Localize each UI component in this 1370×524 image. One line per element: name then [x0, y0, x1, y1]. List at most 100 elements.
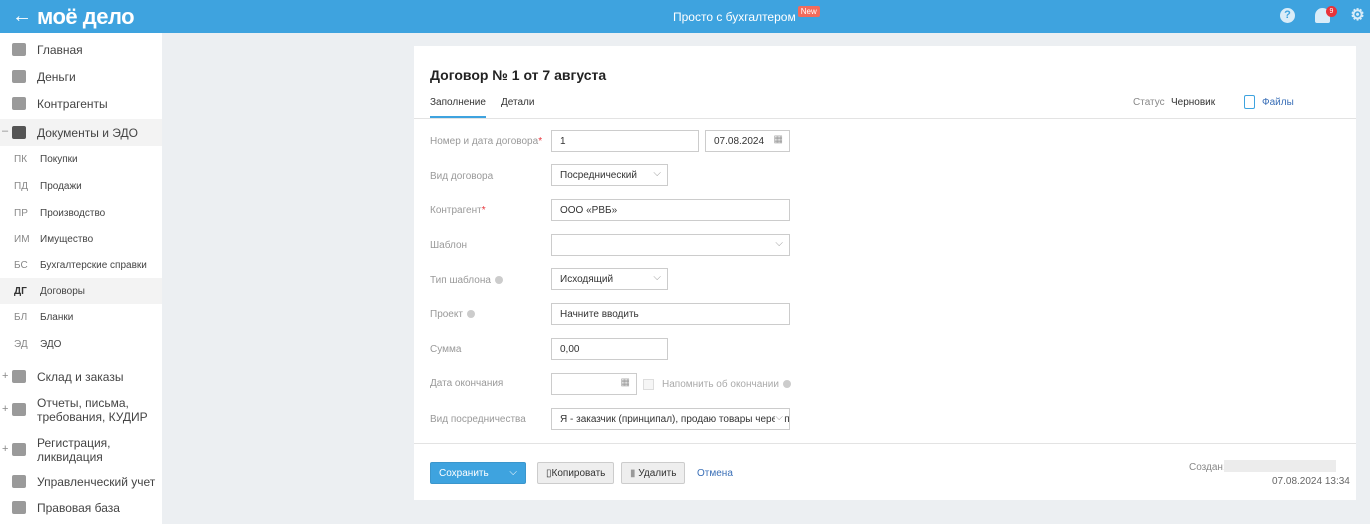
abbr: ДГ — [14, 286, 27, 297]
tab-filling[interactable]: Заполнение — [430, 97, 486, 118]
sidebar-sub-sales[interactable]: ПД Продажи — [0, 173, 162, 199]
label: Документы и ЭДО — [37, 126, 138, 140]
gear-icon[interactable]: ⚙ — [1350, 8, 1365, 24]
chevron-down-icon[interactable]: ⌵ — [509, 467, 517, 478]
project-input[interactable]: Начните вводить — [551, 303, 790, 325]
divider — [414, 443, 1356, 444]
calendar-icon[interactable]: ▦ — [774, 134, 783, 145]
label: Склад и заказы — [37, 370, 124, 384]
sidebar-sub-accounting[interactable]: БС Бухгалтерские справки — [0, 252, 162, 278]
number-input[interactable]: 1 — [551, 130, 699, 152]
sidebar-item-money[interactable]: Деньги — [0, 70, 162, 90]
sum-label: Сумма — [430, 344, 462, 355]
label: Номер и дата договора — [430, 136, 539, 147]
label: Контрагенты — [37, 97, 108, 111]
registration-icon — [12, 443, 26, 456]
end-date-input[interactable]: ▦ — [551, 373, 637, 395]
label: Отчеты, письма, — [37, 396, 129, 410]
sidebar-item-documents[interactable]: – Документы и ЭДО — [0, 119, 162, 146]
type-select[interactable]: Посреднический ⌵ — [551, 164, 668, 186]
remind-checkbox[interactable] — [643, 379, 654, 390]
label: Деньги — [37, 70, 76, 84]
sidebar-item-registration[interactable]: + Регистрация, ликвидация — [0, 436, 162, 468]
redacted-author — [1224, 460, 1336, 472]
management-icon — [12, 475, 26, 488]
divider — [414, 118, 1356, 119]
created-label: Создан: — [1189, 462, 1226, 473]
sidebar-item-contractors[interactable]: Контрагенты — [0, 97, 162, 117]
mediation-select[interactable]: Я - заказчик (принципал), продаю товары … — [551, 408, 790, 430]
value: 07.08.2024 — [714, 136, 765, 147]
sidebar-sub-forms[interactable]: БЛ Бланки — [0, 304, 162, 330]
chevron-down-icon: ⌵ — [653, 168, 661, 179]
template-type-label: Тип шаблона — [430, 275, 503, 286]
contractor-input[interactable]: ООО «РВБ» — [551, 199, 790, 221]
sidebar-item-management[interactable]: Управленческий учет — [0, 475, 162, 495]
sidebar-item-home[interactable]: Главная — [0, 43, 162, 63]
status-label: Статус — [1133, 97, 1165, 108]
sidebar: Главная Деньги Контрагенты – Документы и … — [0, 33, 162, 524]
abbr: БС — [14, 260, 28, 271]
service-label: Просто с бухгалтером — [673, 10, 796, 24]
logo[interactable]: моё дело — [37, 4, 135, 30]
sidebar-sub-purchases[interactable]: ПК Покупки — [0, 146, 162, 172]
label: ликвидация — [37, 450, 103, 464]
number-label: Номер и дата договора* — [430, 136, 543, 147]
abbr: БЛ — [14, 312, 28, 323]
sidebar-item-legal[interactable]: Правовая база — [0, 501, 162, 521]
cancel-link[interactable]: Отмена — [697, 468, 733, 479]
abbr: ПК — [14, 154, 28, 165]
briefcase-icon — [12, 501, 26, 514]
label: Напомнить об окончании — [662, 379, 779, 390]
info-icon[interactable] — [494, 276, 503, 285]
chevron-down-icon: ⌵ — [653, 272, 661, 283]
collapse-icon[interactable]: – — [2, 125, 8, 137]
created-at: 07.08.2024 13:34 — [1272, 476, 1350, 487]
reports-icon — [12, 403, 26, 416]
sidebar-sub-edo[interactable]: ЭД ЭДО — [0, 331, 162, 357]
delete-button[interactable]: ▮ Удалить — [621, 462, 686, 484]
files-link[interactable]: Файлы — [1262, 97, 1294, 108]
copy-button[interactable]: ▯Копировать — [537, 462, 615, 484]
calendar-icon[interactable]: ▦ — [621, 377, 630, 388]
abbr: ПР — [14, 208, 28, 219]
info-icon[interactable] — [782, 380, 791, 389]
template-select[interactable]: ⌵ — [551, 234, 790, 256]
info-icon[interactable] — [466, 310, 475, 319]
help-icon[interactable]: ? — [1280, 8, 1295, 23]
new-badge: New — [797, 6, 820, 17]
back-arrow-icon[interactable]: ← — [12, 5, 32, 28]
expand-icon[interactable]: + — [2, 403, 8, 415]
expand-icon[interactable]: + — [2, 370, 8, 382]
type-label: Вид договора — [430, 171, 494, 182]
service-title[interactable]: Просто с бухгалтером New — [673, 6, 820, 24]
remind-label: Напомнить об окончании — [662, 379, 791, 390]
save-button[interactable]: Сохранить ⌵ — [430, 462, 526, 484]
contractor-label: Контрагент* — [430, 205, 486, 216]
top-bar: ← моё дело Просто с бухгалтером New ? 9 ⚙ — [0, 0, 1370, 33]
label: Имущество — [40, 234, 94, 245]
label: Контрагент — [430, 205, 482, 216]
label: Производство — [40, 208, 106, 219]
expand-icon[interactable]: + — [2, 443, 8, 455]
file-icon[interactable] — [1244, 95, 1255, 109]
sidebar-sub-production[interactable]: ПР Производство — [0, 200, 162, 226]
tab-details[interactable]: Детали — [501, 97, 534, 108]
sidebar-sub-contracts[interactable]: ДГ Договоры — [0, 278, 162, 304]
template-type-select[interactable]: Исходящий ⌵ — [551, 268, 668, 290]
contract-card: Договор № 1 от 7 августа Заполнение Дета… — [414, 46, 1356, 500]
contractors-icon — [12, 97, 26, 110]
label: Тип шаблона — [430, 275, 491, 286]
sidebar-item-warehouse[interactable]: + Склад и заказы — [0, 370, 162, 390]
label: Копировать — [551, 468, 606, 479]
status-value: Черновик — [1171, 97, 1216, 108]
folder-icon — [12, 126, 26, 139]
date-input[interactable]: 07.08.2024 ▦ — [705, 130, 790, 152]
value: Я - заказчик (принципал), продаю товары … — [560, 414, 790, 425]
sidebar-item-reports[interactable]: + Отчеты, письма, требования, КУДИР — [0, 396, 162, 428]
sidebar-sub-property[interactable]: ИМ Имущество — [0, 226, 162, 252]
abbr: ПД — [14, 181, 28, 192]
label: Управленческий учет — [37, 475, 156, 489]
sum-input[interactable]: 0,00 — [551, 338, 668, 360]
label: Сохранить — [439, 468, 489, 479]
